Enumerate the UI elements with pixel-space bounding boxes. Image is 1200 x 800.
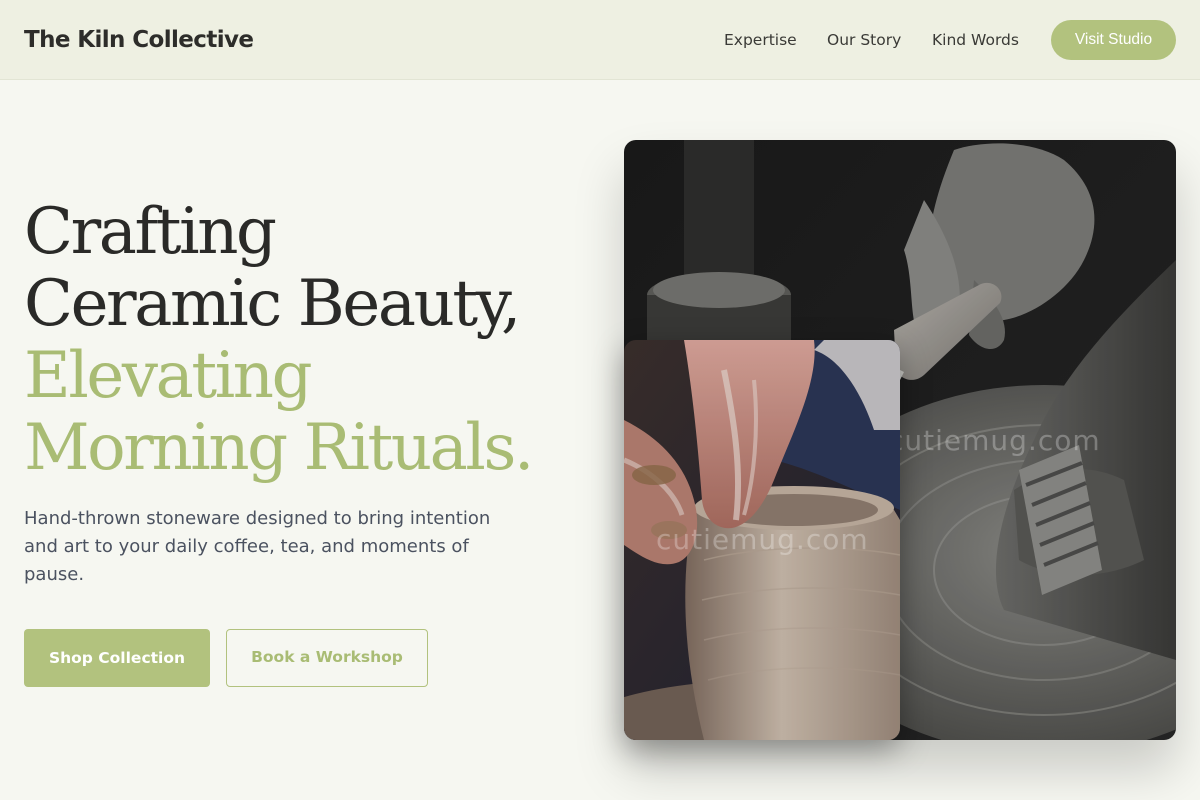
hero-subtitle: Hand-thrown stoneware designed to bring … [24, 508, 491, 585]
visit-studio-button[interactable]: Visit Studio [1051, 20, 1176, 60]
headline-line-4-accent: Morning Rituals. [24, 411, 534, 485]
headline-line-1: Crafting [24, 195, 277, 269]
book-workshop-button[interactable]: Book a Workshop [226, 629, 428, 687]
site-header: The Kiln Collective Expertise Our Story … [0, 0, 1200, 80]
hero-headline: Crafting Ceramic Beauty, Elevating Morni… [24, 196, 604, 484]
nav-link-our-story[interactable]: Our Story [827, 28, 901, 52]
nav-link-expertise[interactable]: Expertise [724, 28, 797, 52]
headline-line-3-accent: Elevating [24, 339, 313, 413]
brand-logo[interactable]: The Kiln Collective [24, 24, 254, 56]
wheel-throwing-photo: cutiemug.com [624, 340, 900, 740]
nav-link-kind-words[interactable]: Kind Words [932, 28, 1019, 52]
watermark-back: cutiemug.com [888, 424, 1101, 457]
headline-line-2: Ceramic Beauty, [24, 267, 521, 341]
shop-collection-button[interactable]: Shop Collection [24, 629, 210, 687]
watermark-front: cutiemug.com [656, 523, 869, 556]
